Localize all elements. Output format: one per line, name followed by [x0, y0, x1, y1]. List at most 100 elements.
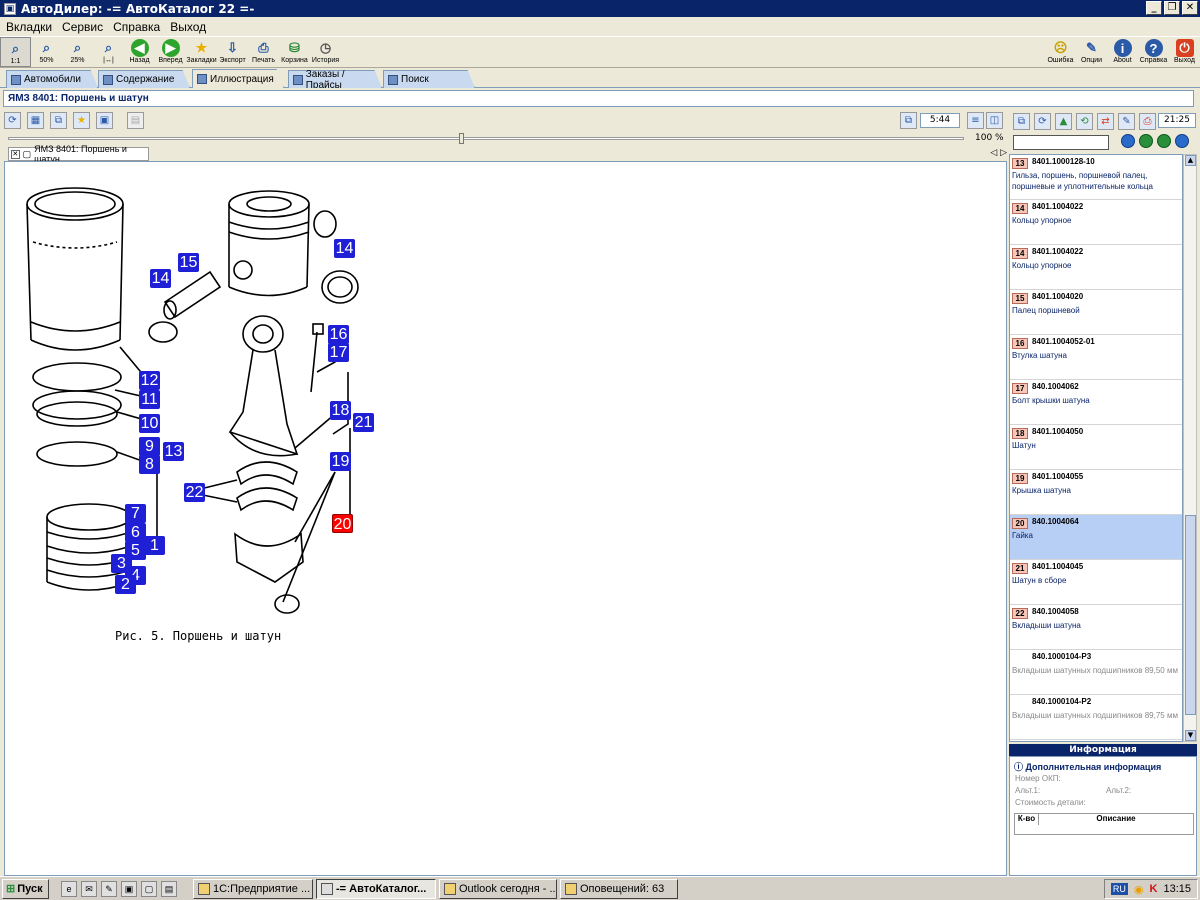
cart-button[interactable]: ⛁ Корзина: [279, 37, 310, 67]
part-row[interactable]: 19 8401.1004055 Крышка шатуна: [1010, 470, 1182, 515]
task-1c[interactable]: 1С:Предприятие ...: [193, 878, 313, 899]
callout-1[interactable]: 1: [144, 536, 165, 555]
callout-19[interactable]: 19: [330, 452, 351, 471]
nav-prev-icon[interactable]: [1139, 134, 1153, 148]
nav-first-icon[interactable]: [1121, 134, 1135, 148]
callout-22[interactable]: 22: [184, 483, 205, 502]
callout-9[interactable]: 9: [139, 437, 160, 456]
tab-scroll-arrows[interactable]: ◁ ▷: [990, 148, 1007, 158]
favorite-icon[interactable]: ★: [73, 111, 90, 129]
paint-icon[interactable]: ✎: [101, 880, 117, 897]
antivirus-icon[interactable]: K: [1150, 883, 1158, 895]
part-row[interactable]: 14 8401.1004022 Кольцо упорное: [1010, 245, 1182, 290]
error-report-button[interactable]: ☹ Ошибка: [1045, 37, 1076, 67]
zoom-width-button[interactable]: ⌕ |↔|: [93, 37, 124, 67]
edit-icon[interactable]: ✎: [1118, 112, 1135, 130]
print-button[interactable]: ⎙ Печать: [248, 37, 279, 67]
options-button[interactable]: ✎ Опции: [1076, 37, 1107, 67]
zoom-slider[interactable]: 100 %: [0, 131, 1005, 146]
forward-button[interactable]: ▶ Вперед: [155, 37, 186, 67]
menu-exit[interactable]: Выход: [170, 20, 206, 34]
nav-last-icon[interactable]: [1175, 134, 1189, 148]
catalog-quick-icon[interactable]: ▢: [141, 880, 157, 897]
ie-icon[interactable]: e: [61, 880, 77, 897]
zoom-25-button[interactable]: ⌕ 25%: [62, 37, 93, 67]
callout-7[interactable]: 7: [125, 504, 146, 523]
callout-14-right[interactable]: 14: [334, 239, 355, 258]
callout-17[interactable]: 17: [328, 343, 349, 362]
zoom-50-button[interactable]: ⌕ 50%: [31, 37, 62, 67]
callout-11[interactable]: 11: [139, 390, 160, 409]
callout-15[interactable]: 15: [178, 253, 199, 272]
sync-icon[interactable]: ⇄: [1097, 112, 1114, 130]
tab-search[interactable]: Поиск: [383, 70, 475, 88]
illustration-canvas[interactable]: 14 15 14 16 17 12 11 10 9 13 8 18 21 19 …: [4, 161, 1007, 876]
about-button[interactable]: i About: [1107, 37, 1138, 67]
notes-quick-icon[interactable]: ▤: [161, 880, 177, 897]
part-row[interactable]: 18 8401.1004050 Шатун: [1010, 425, 1182, 470]
tab-orders[interactable]: Заказы / Прайсы: [288, 70, 382, 88]
menu-tabs[interactable]: Вкладки: [6, 20, 52, 34]
part-row[interactable]: 17 840.1004062 Болт крышки шатуна: [1010, 380, 1182, 425]
zoom-1-1-button[interactable]: ⌕ 1:1: [0, 37, 31, 67]
tab-illustration[interactable]: Иллюстрация: [192, 69, 284, 88]
callout-6[interactable]: 6: [125, 523, 146, 542]
start-button[interactable]: ⊞ Пуск: [2, 878, 49, 899]
scroll-down-icon[interactable]: ▼: [1185, 730, 1196, 741]
grid-icon[interactable]: ▦: [27, 111, 44, 129]
exit-button[interactable]: ⏻ Выход: [1169, 37, 1200, 67]
view-list-icon[interactable]: ≡: [967, 112, 984, 129]
callout-12[interactable]: 12: [139, 371, 160, 390]
close-button[interactable]: ✕: [1182, 1, 1198, 15]
help-button[interactable]: ? Справка: [1138, 37, 1169, 67]
task-autocatalog[interactable]: -= АвтоКаталог...: [316, 878, 436, 899]
part-row[interactable]: 20 840.1004064 Гайка: [1010, 515, 1182, 560]
scroll-up-icon[interactable]: ▲: [1185, 155, 1196, 166]
tab-contents[interactable]: Содержание: [98, 70, 190, 88]
part-row[interactable]: 22 840.1004058 Вкладыши шатуна: [1010, 605, 1182, 650]
back-button[interactable]: ◀ Назад: [124, 37, 155, 67]
scroll-thumb[interactable]: [1185, 515, 1196, 715]
part-row[interactable]: 840.1000104-Р3 Вкладыши шатунных подшипни…: [1010, 650, 1182, 695]
callout-13[interactable]: 13: [163, 442, 184, 461]
callout-20-highlighted[interactable]: 20: [332, 514, 353, 533]
callout-8[interactable]: 8: [139, 455, 160, 474]
tab-cars[interactable]: Автомобили: [6, 70, 98, 88]
doc-tab[interactable]: ✕ ▢ ЯМЗ 8401: Поршень и шатун: [8, 144, 149, 164]
outlook-quick-icon[interactable]: ✉: [81, 880, 97, 897]
pages-icon[interactable]: ⧉: [900, 112, 917, 129]
minimize-button[interactable]: _: [1146, 1, 1162, 15]
copy-icon[interactable]: ⧉: [50, 111, 67, 129]
view-split-icon[interactable]: ◫: [986, 112, 1003, 129]
book-icon[interactable]: ▤: [127, 111, 144, 129]
part-row[interactable]: 840.1000104-Р2 Вкладыши шатунных подшипни…: [1010, 695, 1182, 740]
zoom-slider-thumb[interactable]: [459, 133, 464, 144]
callout-16[interactable]: 16: [328, 325, 349, 344]
copy-icon[interactable]: ⧉: [1013, 112, 1030, 130]
maximize-button[interactable]: ❐: [1164, 1, 1180, 15]
close-tab-icon[interactable]: ✕: [11, 149, 20, 159]
part-search-input[interactable]: [1013, 135, 1109, 150]
part-row[interactable]: 15 8401.1004020 Палец поршневой: [1010, 290, 1182, 335]
callout-2[interactable]: 2: [115, 575, 136, 594]
refresh-icon[interactable]: ⟳: [1034, 112, 1051, 130]
reload-icon[interactable]: ⟲: [1076, 112, 1093, 130]
save-icon[interactable]: ▣: [96, 111, 113, 129]
tray-app-icon[interactable]: ◉: [1134, 883, 1144, 896]
part-row[interactable]: 14 8401.1004022 Кольцо упорное: [1010, 200, 1182, 245]
callout-18[interactable]: 18: [330, 401, 351, 420]
app-quick-icon[interactable]: ▣: [121, 880, 137, 897]
task-notifications[interactable]: Оповещений: 63: [560, 878, 678, 899]
part-row[interactable]: 16 8401.1004052-01 Втулка шатуна: [1010, 335, 1182, 380]
callout-14-left[interactable]: 14: [150, 269, 171, 288]
part-row[interactable]: 21 8401.1004045 Шатун в сборе: [1010, 560, 1182, 605]
export-button[interactable]: ⇩ Экспорт: [217, 37, 248, 67]
history-button[interactable]: ◷ История: [310, 37, 341, 67]
print-icon[interactable]: ⎙: [1139, 112, 1156, 130]
callout-21[interactable]: 21: [353, 413, 374, 432]
task-outlook[interactable]: Outlook сегодня - ...: [439, 878, 557, 899]
menu-service[interactable]: Сервис: [62, 20, 103, 34]
bookmarks-button[interactable]: ★ Закладки: [186, 37, 217, 67]
callout-10[interactable]: 10: [139, 414, 160, 433]
refresh-icon[interactable]: ⟳: [4, 111, 21, 129]
